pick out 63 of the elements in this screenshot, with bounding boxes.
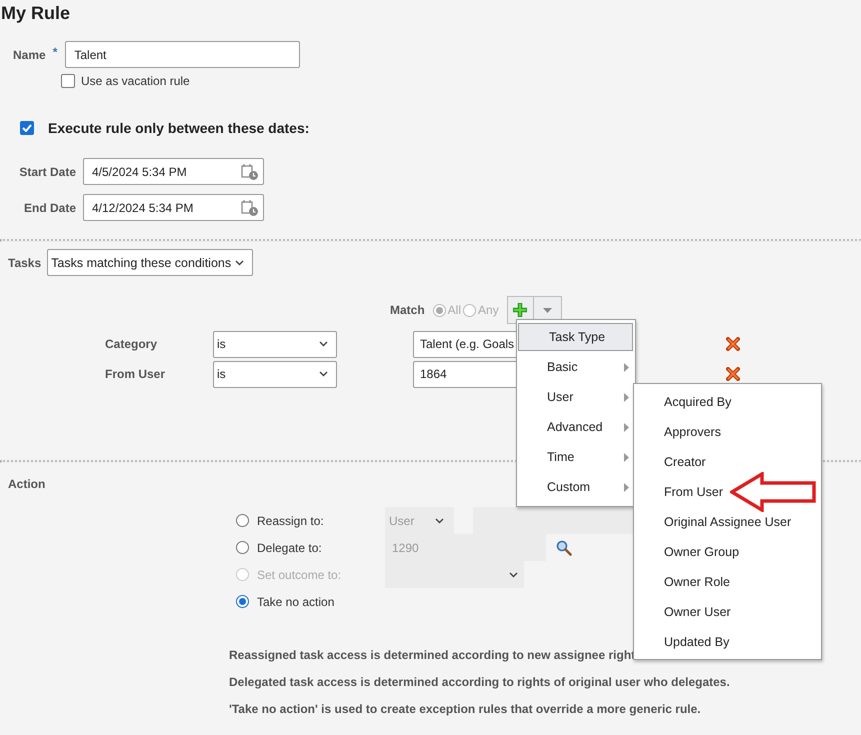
chevron-icon bbox=[319, 371, 328, 377]
menu-item[interactable]: Owner Group bbox=[634, 537, 821, 567]
search-icon[interactable] bbox=[556, 540, 572, 556]
radio-label: Set outcome to: bbox=[257, 568, 342, 582]
calendar-icon[interactable] bbox=[241, 162, 259, 180]
menu-item[interactable]: Owner User bbox=[634, 597, 821, 627]
date-label: Start Date bbox=[18, 164, 76, 178]
submenu-arrow-icon bbox=[624, 392, 629, 402]
help-text: 'Take no action' is used to create exception rules that override a more generic rule. bbox=[229, 701, 701, 718]
radio-label: Any bbox=[478, 303, 499, 317]
date-range-checkbox[interactable] bbox=[20, 121, 34, 135]
page-title: My Rule bbox=[0, 2, 72, 25]
menu-item[interactable]: Approvers bbox=[634, 417, 821, 447]
chevron-icon bbox=[235, 260, 244, 266]
chevron-icon bbox=[509, 572, 518, 578]
radio-button[interactable] bbox=[236, 514, 249, 527]
radio-button[interactable] bbox=[463, 304, 476, 316]
menu-item[interactable]: Acquired By bbox=[634, 387, 821, 417]
triangle-icon bbox=[542, 308, 552, 312]
radio-button[interactable] bbox=[236, 541, 249, 554]
menu-item[interactable]: From User bbox=[634, 477, 821, 507]
tasks-select[interactable]: Tasks matching these conditions bbox=[47, 249, 254, 276]
radio-label: Take no action bbox=[257, 594, 336, 608]
tasks-label: Tasks bbox=[8, 256, 42, 270]
menu-item[interactable]: Owner Role bbox=[634, 567, 821, 597]
chevron-icon bbox=[435, 518, 444, 524]
action-label: Action bbox=[8, 477, 46, 491]
menu-item[interactable]: Original Assignee User bbox=[634, 507, 821, 537]
plus-icon bbox=[512, 302, 528, 318]
radio-label: Delegate to: bbox=[257, 540, 323, 554]
radio-label: All bbox=[448, 303, 462, 317]
name-field[interactable]: Talent bbox=[65, 41, 300, 68]
chevron-icon bbox=[319, 341, 328, 347]
menu-item[interactable]: Task Type bbox=[518, 323, 633, 351]
checkbox-label: Execute rule only between these dates: bbox=[48, 120, 310, 136]
operator-select[interactable]: is bbox=[213, 360, 337, 388]
vacation-checkbox[interactable] bbox=[61, 74, 75, 88]
help-text: Delegated task access is determined according to rights of original user who delegates. bbox=[229, 674, 730, 691]
required-mark: * bbox=[52, 45, 58, 59]
condition-label: Category bbox=[105, 337, 158, 351]
date-field[interactable]: 4/12/2024 5:34 PM bbox=[83, 194, 264, 221]
condition-label: From User bbox=[105, 367, 166, 381]
match-label: Match bbox=[390, 303, 425, 317]
name-label: Name bbox=[13, 48, 46, 62]
delete-icon[interactable] bbox=[726, 337, 740, 351]
date-field[interactable]: 4/5/2024 5:34 PM bbox=[83, 158, 264, 185]
calendar-icon[interactable] bbox=[241, 198, 259, 216]
delete-icon[interactable] bbox=[726, 367, 740, 381]
date-label: End Date bbox=[22, 200, 76, 214]
radio-button[interactable] bbox=[236, 595, 249, 608]
menu-item[interactable]: Advanced bbox=[517, 412, 635, 442]
radio-label: Reassign to: bbox=[257, 514, 325, 528]
operator-select[interactable]: is bbox=[213, 330, 337, 358]
submenu-arrow-icon bbox=[624, 452, 629, 462]
radio-button[interactable] bbox=[432, 304, 446, 316]
assignee-field[interactable] bbox=[473, 507, 633, 534]
menu-item[interactable]: Time bbox=[517, 442, 635, 472]
submenu-arrow-icon bbox=[624, 422, 629, 432]
menu-item[interactable]: Custom bbox=[517, 472, 635, 502]
checkbox-label: Use as vacation rule bbox=[81, 74, 190, 88]
menu-item[interactable]: Updated By bbox=[634, 627, 821, 657]
submenu-arrow-icon bbox=[624, 362, 629, 372]
submenu-arrow-icon bbox=[624, 482, 629, 492]
